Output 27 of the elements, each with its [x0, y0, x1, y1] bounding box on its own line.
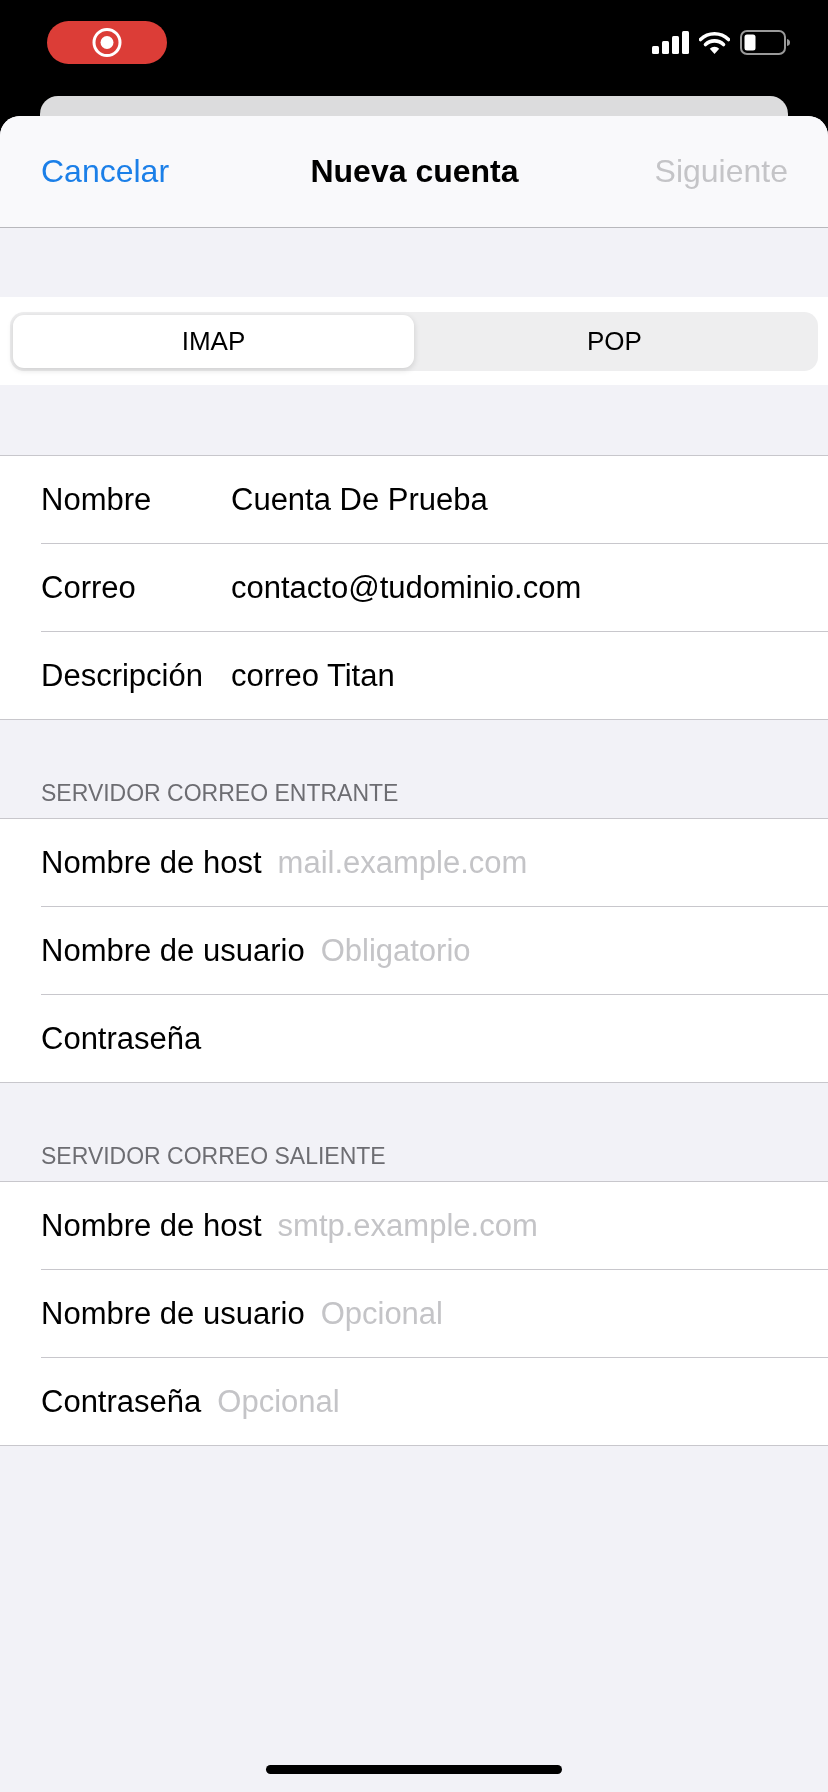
field-label: Nombre de usuario — [41, 932, 305, 969]
text-field[interactable]: Opcional — [217, 1381, 808, 1422]
field-label: Nombre — [41, 481, 153, 518]
text-field[interactable]: contacto@tudominio.com — [231, 567, 808, 608]
field-label: Correo — [41, 569, 137, 606]
field-label: Nombre de host — [41, 1207, 262, 1244]
field-label: Nombre de usuario — [41, 1295, 305, 1332]
nav-title: Nueva cuenta — [310, 153, 519, 190]
signal-icon — [652, 30, 689, 54]
text-field[interactable]: correo Titan — [231, 655, 808, 696]
segment-tab[interactable]: IMAP — [13, 314, 414, 368]
cancel-button[interactable]: Cancelar — [41, 153, 170, 190]
section-header: SERVIDOR CORREO SALIENTE — [41, 1143, 386, 1169]
field-label: Contraseña — [41, 1020, 202, 1057]
text-field[interactable]: smtp.example.com — [277, 1205, 808, 1246]
wifi-icon — [699, 30, 730, 54]
field-label: Descripción — [41, 657, 204, 694]
recording-indicator-icon — [47, 20, 167, 64]
field-label: Contraseña — [41, 1383, 202, 1420]
text-field[interactable]: Cuenta De Prueba — [231, 479, 808, 520]
battery-icon — [740, 29, 790, 55]
text-field[interactable]: Obligatorio — [320, 930, 808, 971]
section-header: SERVIDOR CORREO ENTRANTE — [41, 780, 399, 806]
field-label: Nombre de host — [41, 844, 262, 881]
segment-tab[interactable]: POP — [414, 314, 815, 368]
text-field[interactable]: mail.example.com — [277, 842, 808, 883]
text-field[interactable]: Opcional — [320, 1293, 808, 1334]
